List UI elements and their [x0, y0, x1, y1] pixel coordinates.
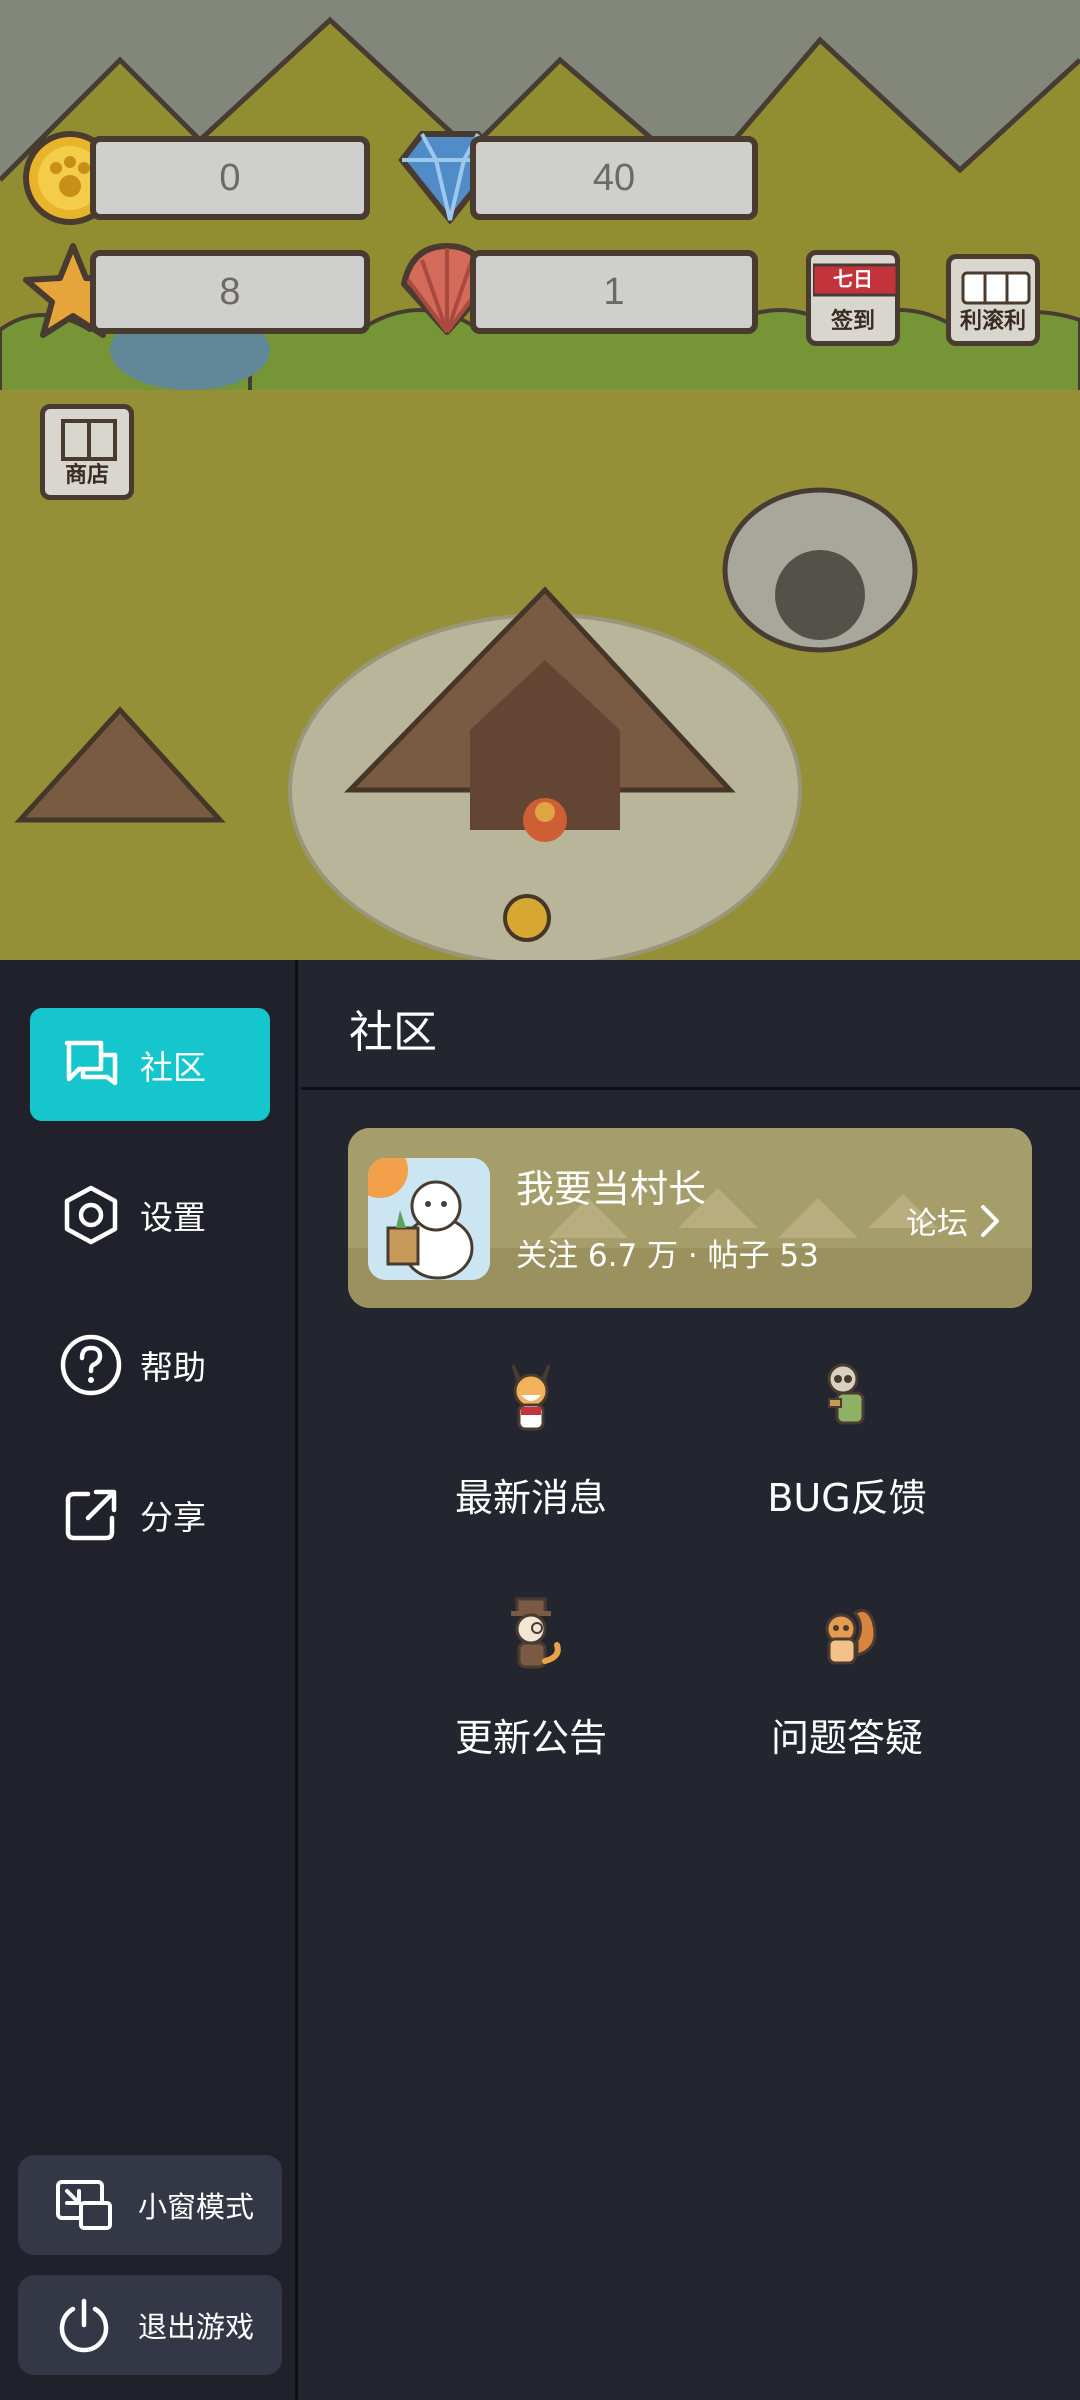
exit-game-button[interactable]: 退出游戏	[18, 2275, 282, 2375]
forum-link-label: 论坛	[906, 1206, 968, 1242]
grid-item-news[interactable]: 最新消息	[401, 1355, 661, 1522]
detective-icon	[511, 1597, 561, 1669]
share-icon	[60, 1484, 122, 1546]
chevron-right-icon	[981, 1204, 999, 1237]
sidebar-item-label: 设置	[140, 1197, 206, 1237]
sidebar: 社区 设置 帮助 分享 小窗模式 退出游戏	[0, 960, 298, 2400]
grid-item-qa[interactable]: 问题答疑	[717, 1595, 977, 1762]
sidebar-item-label: 社区	[140, 1047, 206, 1087]
sidebar-item-help[interactable]: 帮助	[30, 1308, 270, 1421]
coin-counter: 0	[90, 136, 370, 220]
lottery-button[interactable]: 利滚利	[946, 254, 1040, 346]
sloth-icon	[827, 1363, 865, 1425]
mini-window-button[interactable]: 小窗模式	[18, 2155, 282, 2255]
checkin-label: 签到	[830, 309, 875, 334]
shop-label: 商店	[64, 463, 109, 488]
forum-link[interactable]: 论坛	[906, 1198, 1000, 1243]
question-icon	[60, 1334, 122, 1396]
grid-item-label: 更新公告	[454, 1716, 607, 1760]
lottery-label: 利滚利	[959, 309, 1026, 334]
hexagon-settings-icon	[60, 1184, 122, 1246]
chat-icon	[60, 1034, 122, 1096]
picture-in-picture-icon	[54, 2175, 114, 2235]
sidebar-item-settings[interactable]: 设置	[30, 1158, 270, 1271]
diamond-counter: 40	[470, 136, 758, 220]
forum-card[interactable]: 我要当村长 关注 6.7 万 · 帖子 53 论坛	[348, 1128, 1032, 1308]
grid-item-label: 问题答疑	[770, 1716, 923, 1760]
exit-game-label: 退出游戏	[138, 2310, 255, 2344]
grid-item-bug-feedback[interactable]: BUG反馈	[717, 1355, 977, 1522]
dog-mayor-icon	[368, 1158, 490, 1280]
forum-name: 我要当村长	[516, 1167, 707, 1211]
mini-window-label: 小窗模式	[138, 2190, 255, 2224]
checkin-button[interactable]: 七日 签到	[806, 250, 900, 346]
power-icon	[54, 2295, 114, 2355]
forum-stats: 关注 6.7 万 · 帖子 53	[516, 1238, 819, 1274]
grid-item-label: BUG反馈	[767, 1476, 927, 1520]
slot-machine-icon	[961, 271, 1031, 305]
sidebar-item-label: 帮助	[140, 1347, 206, 1387]
page-title: 社区	[349, 1007, 437, 1058]
shell-counter: 1	[470, 250, 758, 334]
menu-panel: 社区 设置 帮助 分享 小窗模式 退出游戏 社区 我要当村长 关注 6.7 万 …	[0, 960, 1080, 2400]
squirrel-icon	[825, 1608, 877, 1665]
grid-item-update-notice[interactable]: 更新公告	[401, 1595, 661, 1762]
sidebar-item-community[interactable]: 社区	[30, 1008, 270, 1121]
seven-day-label: 七日	[833, 267, 873, 291]
sidebar-item-label: 分享	[140, 1497, 206, 1537]
shop-button[interactable]: 商店	[40, 404, 134, 500]
corgi-icon	[511, 1364, 551, 1431]
content-header: 社区	[301, 960, 1080, 1090]
forum-avatar	[368, 1158, 490, 1280]
star-counter: 8	[90, 250, 370, 334]
game-scene[interactable]: 0 40 8 1 七日 签到 利滚利 商店	[0, 0, 1080, 960]
sidebar-item-share[interactable]: 分享	[30, 1458, 270, 1571]
grid-item-label: 最新消息	[454, 1476, 607, 1520]
